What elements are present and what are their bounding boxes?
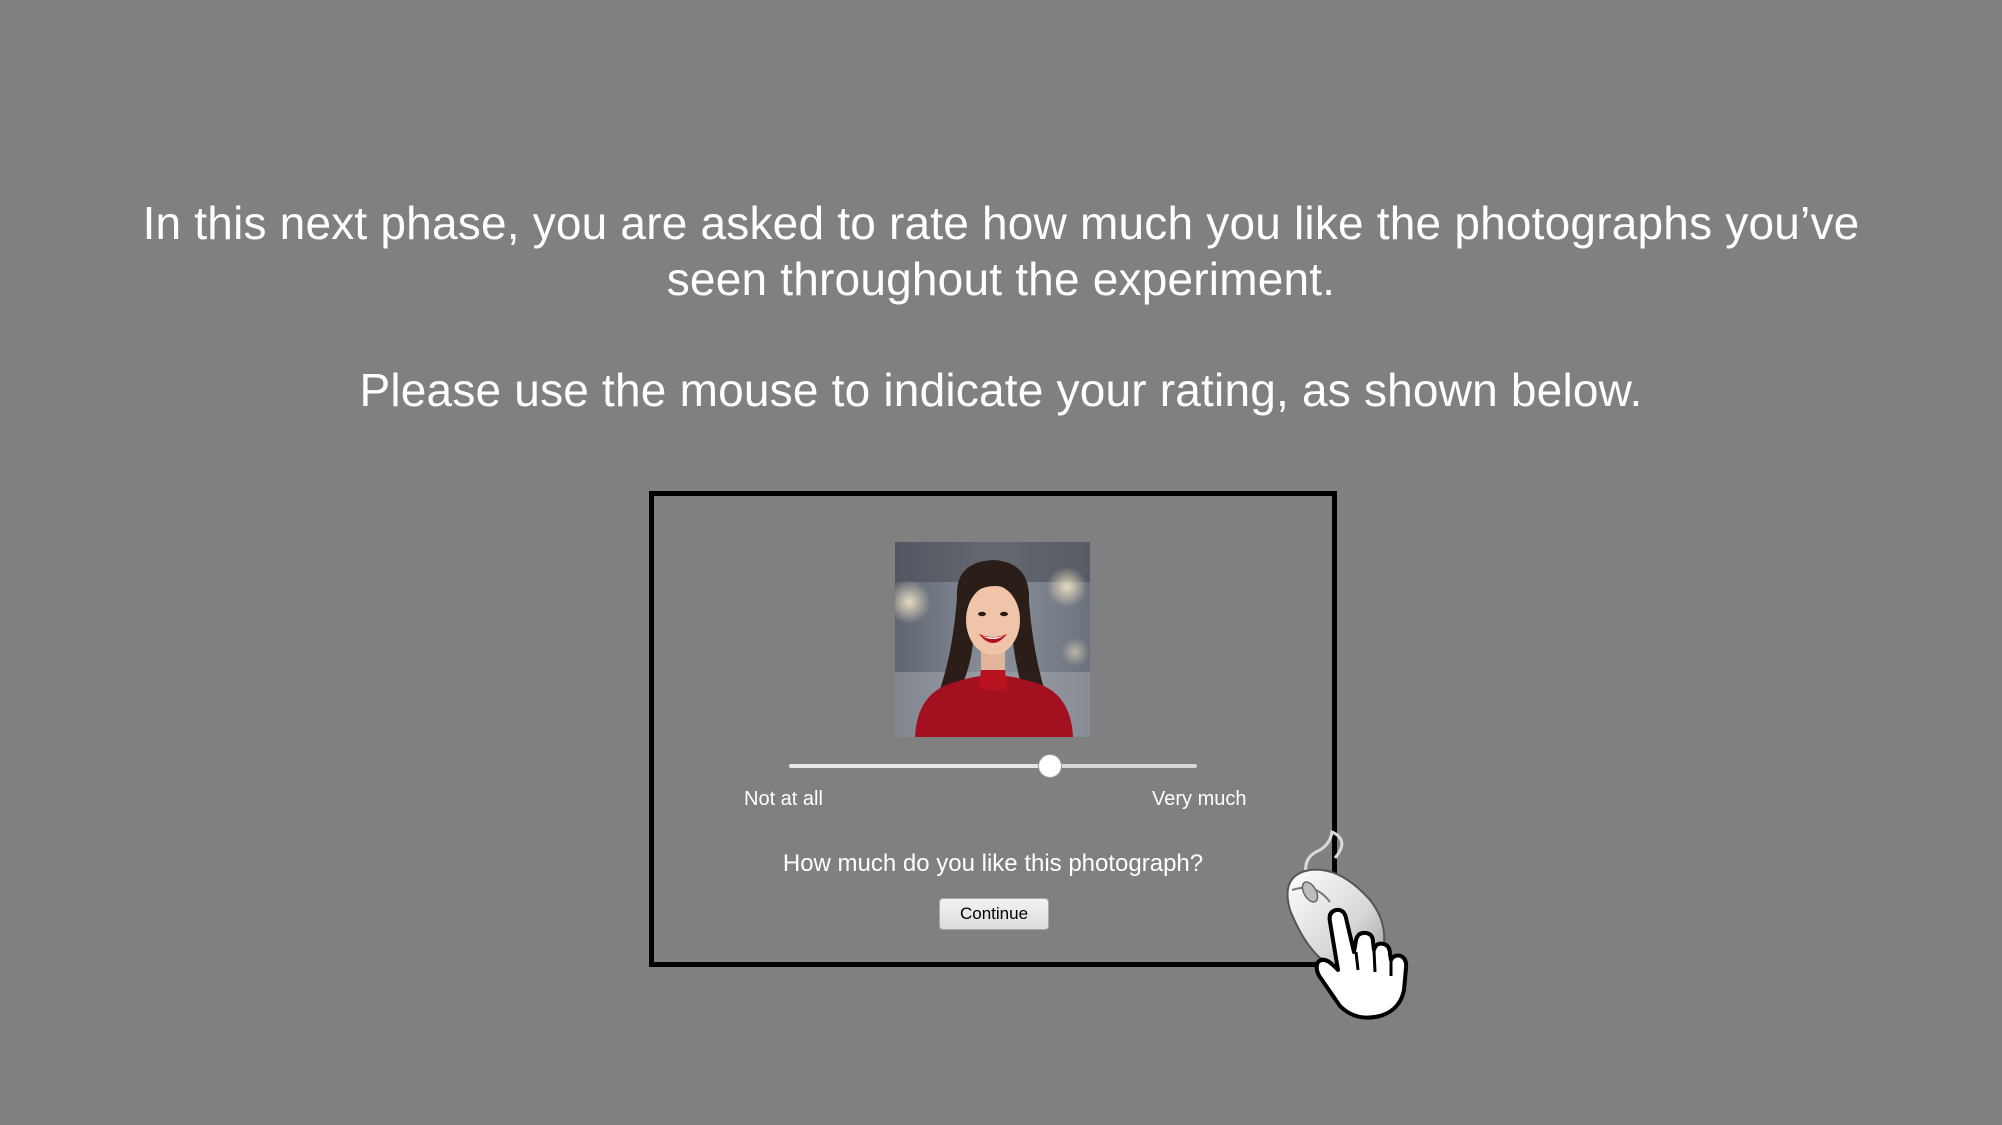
instruction-line-1: In this next phase, you are asked to rat…: [142, 197, 1860, 249]
slider-max-label: Very much: [1152, 788, 1247, 810]
instruction-line-2: seen throughout the experiment.: [666, 253, 1336, 305]
rating-slider-fill: [789, 764, 1051, 768]
instruction-mouse-text: Please use the mouse to indicate your ra…: [359, 364, 1643, 416]
continue-button[interactable]: Continue: [939, 898, 1049, 930]
mouse-illustration: [1270, 829, 1420, 1020]
example-photograph: [895, 542, 1090, 737]
example-rating-screen: Not at all Very much How much do you lik…: [649, 491, 1337, 967]
rating-slider-thumb[interactable]: [1038, 754, 1063, 778]
instruction-slide: In this next phase, you are asked to rat…: [0, 0, 2002, 1125]
portrait-image: [895, 542, 1090, 737]
rating-slider[interactable]: [789, 754, 1197, 778]
rating-question: How much do you like this photograph?: [782, 850, 1204, 877]
instruction-text: In this next phase, you are asked to rat…: [0, 195, 2002, 307]
slider-min-label: Not at all: [744, 788, 823, 810]
